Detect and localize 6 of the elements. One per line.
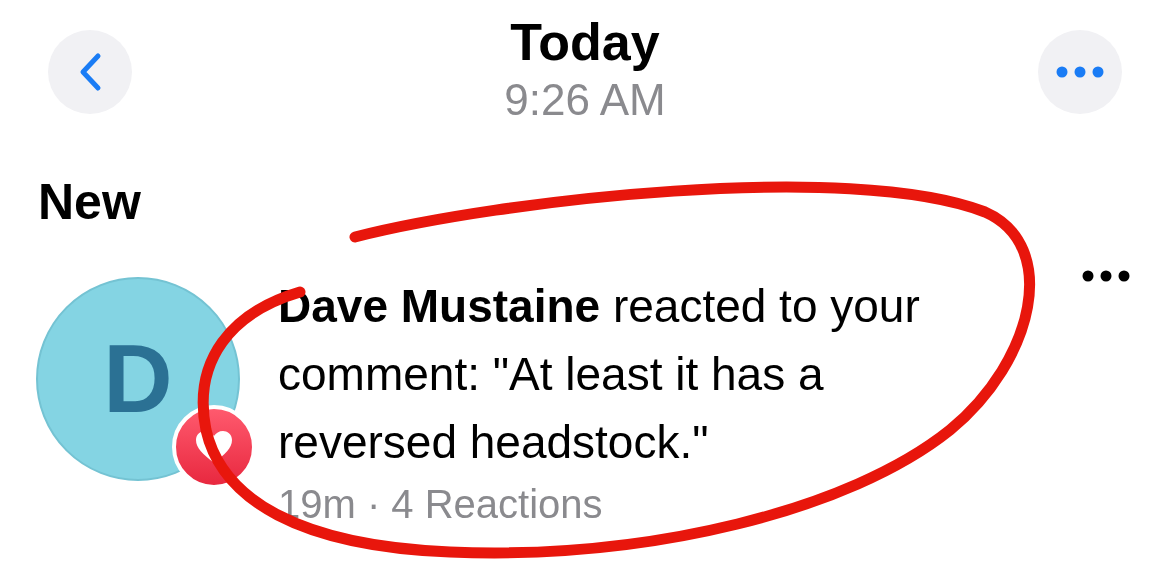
more-icon — [1056, 66, 1104, 78]
back-icon — [78, 52, 102, 92]
header-title: Today — [510, 12, 660, 72]
heart-icon — [195, 430, 233, 464]
section-title: New — [37, 173, 142, 232]
header-time: 9:26 AM — [504, 74, 666, 126]
